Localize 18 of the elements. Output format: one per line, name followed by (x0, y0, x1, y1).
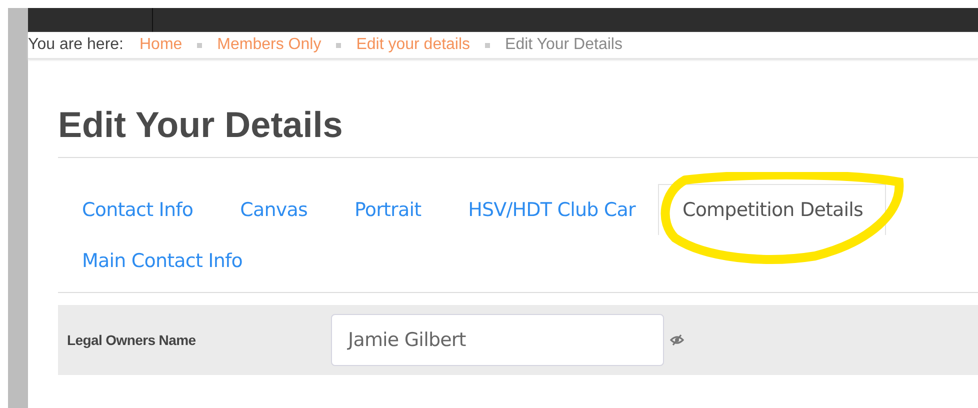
tab[interactable]: Canvas (216, 184, 330, 235)
tab[interactable]: Main Contact Info (58, 235, 266, 286)
tab[interactable]: Competition Details (658, 184, 886, 235)
input-field[interactable]: Jamie Gilbert (331, 314, 664, 366)
eye-slash-icon[interactable] (670, 334, 684, 346)
separator-icon (197, 42, 202, 48)
breadcrumb-label: You are here: (28, 36, 124, 54)
tab[interactable]: Portrait (330, 184, 444, 235)
breadcrumb-link[interactable]: Members Only (217, 36, 322, 54)
field-label: Legal Owners Name (66, 332, 197, 348)
separator-icon (336, 42, 342, 48)
breadcrumb-link[interactable]: Home (139, 36, 182, 54)
breadcrumb-link[interactable]: Edit your details (356, 36, 470, 54)
tab[interactable]: Contact Info (58, 184, 216, 235)
breadcrumb-current: Edit Your Details (505, 36, 622, 54)
separator-icon (485, 42, 490, 48)
tab[interactable]: HSV/HDT Club Car (444, 184, 658, 235)
page-heading: Edit Your Details (58, 103, 343, 147)
